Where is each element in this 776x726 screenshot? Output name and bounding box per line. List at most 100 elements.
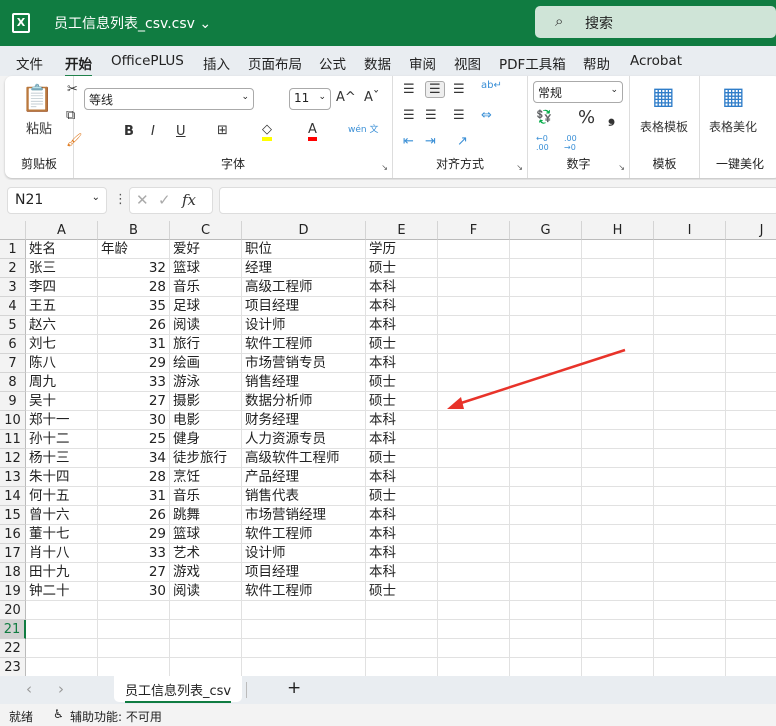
table-cell[interactable] bbox=[726, 658, 776, 676]
column-header[interactable]: D bbox=[242, 221, 366, 240]
row-header[interactable]: 5 bbox=[0, 316, 26, 335]
table-cell[interactable] bbox=[582, 525, 654, 544]
table-cell[interactable] bbox=[582, 449, 654, 468]
row-header[interactable]: 13 bbox=[0, 468, 26, 487]
enter-icon[interactable]: ✓ bbox=[158, 191, 171, 209]
table-cell[interactable] bbox=[726, 411, 776, 430]
table-cell[interactable]: 旅行 bbox=[170, 335, 242, 354]
table-cell[interactable] bbox=[510, 620, 582, 639]
table-cell[interactable] bbox=[582, 259, 654, 278]
table-cell[interactable] bbox=[438, 335, 510, 354]
table-cell[interactable] bbox=[510, 316, 582, 335]
table-cell[interactable]: 项目经理 bbox=[242, 297, 366, 316]
column-header[interactable]: A bbox=[26, 221, 98, 240]
table-cell[interactable]: 学历 bbox=[366, 240, 438, 259]
table-cell[interactable] bbox=[582, 316, 654, 335]
font-color-icon[interactable]: A bbox=[308, 122, 317, 141]
table-cell[interactable]: 游泳 bbox=[170, 373, 242, 392]
row-header[interactable]: 16 bbox=[0, 525, 26, 544]
table-cell[interactable] bbox=[510, 373, 582, 392]
table-cell[interactable] bbox=[582, 468, 654, 487]
table-cell[interactable]: 30 bbox=[98, 411, 170, 430]
insert-function-button[interactable]: fx bbox=[182, 191, 196, 209]
table-cell[interactable] bbox=[582, 411, 654, 430]
table-cell[interactable] bbox=[582, 544, 654, 563]
select-all-corner[interactable] bbox=[0, 221, 26, 240]
row-header[interactable]: 15 bbox=[0, 506, 26, 525]
table-cell[interactable]: 人力资源专员 bbox=[242, 430, 366, 449]
table-cell[interactable]: 姓名 bbox=[26, 240, 98, 259]
row-header[interactable]: 3 bbox=[0, 278, 26, 297]
border-icon[interactable]: ⊞ bbox=[217, 123, 228, 138]
table-cell[interactable] bbox=[242, 639, 366, 658]
tab-file[interactable]: 文件 bbox=[16, 53, 43, 73]
tab-help[interactable]: 帮助 bbox=[583, 53, 610, 73]
row-header[interactable]: 17 bbox=[0, 544, 26, 563]
tab-page-layout[interactable]: 页面布局 bbox=[248, 53, 302, 73]
table-cell[interactable] bbox=[582, 639, 654, 658]
paste-button[interactable]: 粘贴 bbox=[26, 118, 52, 137]
table-cell[interactable]: 本科 bbox=[366, 544, 438, 563]
table-cell[interactable] bbox=[654, 278, 726, 297]
row-header[interactable]: 22 bbox=[0, 639, 26, 658]
row-header[interactable]: 19 bbox=[0, 582, 26, 601]
table-cell[interactable]: 本科 bbox=[366, 468, 438, 487]
table-cell[interactable]: 34 bbox=[98, 449, 170, 468]
orientation-icon[interactable]: ↗ bbox=[457, 134, 468, 149]
column-header[interactable]: F bbox=[438, 221, 510, 240]
table-cell[interactable]: 董十七 bbox=[26, 525, 98, 544]
table-cell[interactable] bbox=[582, 297, 654, 316]
formula-input[interactable] bbox=[219, 187, 776, 214]
phonetic-guide-icon[interactable]: wén 文 bbox=[348, 122, 378, 135]
table-cell[interactable] bbox=[510, 601, 582, 620]
table-cell[interactable] bbox=[510, 639, 582, 658]
table-cell[interactable] bbox=[510, 354, 582, 373]
table-cell[interactable] bbox=[510, 278, 582, 297]
table-cell[interactable] bbox=[654, 392, 726, 411]
table-cell[interactable]: 软件工程师 bbox=[242, 335, 366, 354]
table-cell[interactable]: 硕士 bbox=[366, 392, 438, 411]
table-cell[interactable] bbox=[726, 639, 776, 658]
table-cell[interactable] bbox=[654, 411, 726, 430]
table-cell[interactable]: 健身 bbox=[170, 430, 242, 449]
font-size-select[interactable]: 11 ⌄ bbox=[289, 88, 331, 110]
table-cell[interactable] bbox=[98, 601, 170, 620]
dialog-launcher-icon[interactable]: ↘ bbox=[516, 163, 523, 172]
sheet-tab-active[interactable]: 员工信息列表_csv bbox=[114, 676, 242, 703]
merge-cells-icon[interactable]: ⇔ bbox=[481, 108, 492, 123]
tab-review[interactable]: 审阅 bbox=[409, 53, 436, 73]
table-cell[interactable] bbox=[242, 658, 366, 676]
table-cell[interactable]: 设计师 bbox=[242, 544, 366, 563]
table-cell[interactable] bbox=[438, 354, 510, 373]
cancel-icon[interactable]: ✕ bbox=[136, 191, 149, 209]
table-cell[interactable]: 赵六 bbox=[26, 316, 98, 335]
tab-officeplus[interactable]: OfficePLUS bbox=[111, 53, 184, 69]
table-cell[interactable]: 烹饪 bbox=[170, 468, 242, 487]
table-cell[interactable] bbox=[438, 658, 510, 676]
table-cell[interactable] bbox=[654, 240, 726, 259]
table-cell[interactable]: 财务经理 bbox=[242, 411, 366, 430]
table-template-icon[interactable]: ▦ bbox=[652, 82, 675, 110]
table-cell[interactable] bbox=[438, 525, 510, 544]
table-cell[interactable] bbox=[366, 639, 438, 658]
row-header[interactable]: 7 bbox=[0, 354, 26, 373]
row-header[interactable]: 18 bbox=[0, 563, 26, 582]
table-cell[interactable]: 音乐 bbox=[170, 278, 242, 297]
wrap-text-icon[interactable]: ab↵ bbox=[481, 80, 502, 91]
table-cell[interactable] bbox=[510, 297, 582, 316]
table-cell[interactable] bbox=[582, 506, 654, 525]
dialog-launcher-icon[interactable]: ↘ bbox=[381, 163, 388, 172]
table-cell[interactable]: 产品经理 bbox=[242, 468, 366, 487]
row-header[interactable]: 4 bbox=[0, 297, 26, 316]
table-cell[interactable] bbox=[438, 639, 510, 658]
table-cell[interactable] bbox=[726, 373, 776, 392]
table-cell[interactable] bbox=[438, 278, 510, 297]
table-cell[interactable] bbox=[170, 620, 242, 639]
table-cell[interactable] bbox=[438, 620, 510, 639]
name-box[interactable]: N21 ⌄ bbox=[7, 187, 107, 214]
table-cell[interactable] bbox=[726, 601, 776, 620]
table-cell[interactable] bbox=[438, 449, 510, 468]
table-cell[interactable] bbox=[582, 240, 654, 259]
table-cell[interactable] bbox=[654, 620, 726, 639]
table-cell[interactable] bbox=[654, 506, 726, 525]
